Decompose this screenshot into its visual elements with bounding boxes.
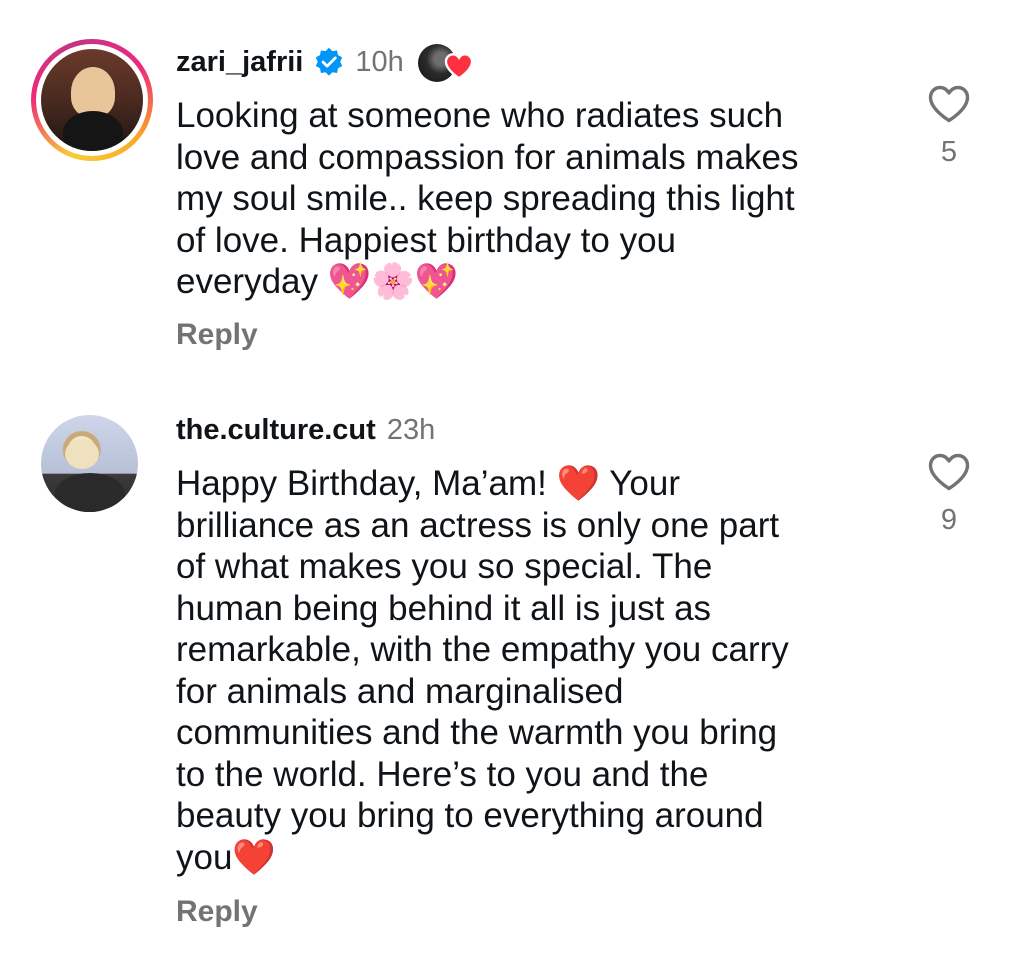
username-link[interactable]: zari_jafrii xyxy=(176,46,303,79)
avatar-story-ring[interactable] xyxy=(31,39,153,161)
like-control: 9 xyxy=(920,452,978,537)
reply-button[interactable]: Reply xyxy=(176,895,258,929)
comment-timestamp[interactable]: 23h xyxy=(387,414,435,447)
avatar xyxy=(41,415,138,512)
comment-timestamp[interactable]: 10h xyxy=(355,46,403,79)
comment-header: zari_jafrii 10h xyxy=(176,40,476,84)
comment-item: zari_jafrii 10h Looking at someone who r… xyxy=(0,0,1024,380)
liked-by-author-indicator xyxy=(417,42,476,82)
like-count: 9 xyxy=(940,504,958,536)
reply-button[interactable]: Reply xyxy=(176,318,258,352)
username-link[interactable]: the.culture.cut xyxy=(176,414,376,447)
like-count: 5 xyxy=(940,136,958,168)
heart-outline-icon[interactable] xyxy=(927,452,971,492)
comment-header: the.culture.cut 23h xyxy=(176,410,435,450)
avatar xyxy=(41,49,143,151)
comment-text: Looking at someone who radiates such lov… xyxy=(176,96,799,301)
verified-badge-icon xyxy=(316,47,343,76)
heart-filled-icon xyxy=(444,53,473,80)
like-control: 5 xyxy=(920,84,978,169)
avatar-button[interactable] xyxy=(41,415,138,512)
heart-outline-icon[interactable] xyxy=(927,84,971,124)
comment-text: Happy Birthday, Ma’am! ❤️ Your brillianc… xyxy=(176,464,789,877)
comment-item: the.culture.cut 23h Happy Birthday, Ma’a… xyxy=(0,395,1024,960)
